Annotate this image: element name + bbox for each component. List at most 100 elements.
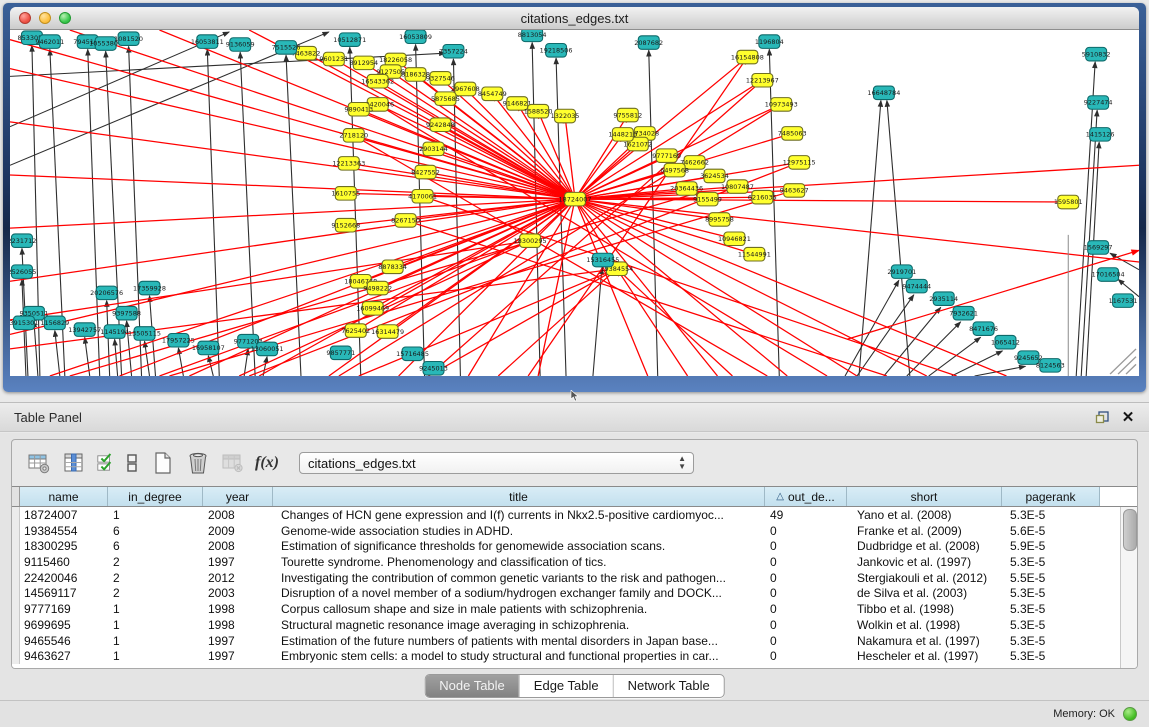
column-header-out_de[interactable]: △out_de... xyxy=(765,487,847,506)
network-node[interactable]: 7515526 xyxy=(272,41,301,55)
network-node[interactable]: 8878334 xyxy=(378,260,407,274)
network-node[interactable]: 8995758 xyxy=(705,213,734,227)
network-node[interactable]: 1595801 xyxy=(1054,195,1083,209)
vertical-scrollbar[interactable] xyxy=(1120,507,1137,668)
network-node[interactable]: 9155499 xyxy=(693,192,722,206)
network-node[interactable]: 12213363 xyxy=(332,157,365,171)
network-node[interactable]: 1569297 xyxy=(1084,241,1113,255)
network-node[interactable]: 3915301 xyxy=(10,316,38,330)
network-node[interactable]: 8912954 xyxy=(349,56,378,70)
network-node[interactable]: 16958107 xyxy=(192,341,225,355)
network-node[interactable]: 5910832 xyxy=(1082,47,1111,61)
column-header-year[interactable]: year xyxy=(203,487,273,506)
network-node[interactable]: 2526055 xyxy=(10,265,36,279)
network-node[interactable]: 9245013 xyxy=(419,362,448,376)
network-node[interactable]: 2718120 xyxy=(339,129,368,143)
network-node[interactable]: 5875685 xyxy=(431,92,460,106)
table-row[interactable]: 977716911998Corpus callosum shape and si… xyxy=(12,601,1120,617)
network-node[interactable]: 16053809 xyxy=(399,30,432,44)
network-node[interactable]: 9601231 xyxy=(319,52,348,66)
network-node[interactable]: 17957225 xyxy=(162,333,195,347)
network-node[interactable]: 8471676 xyxy=(969,322,998,336)
network-node[interactable]: 2935114 xyxy=(929,292,958,306)
table-row[interactable]: 946554611997Estimation of the future num… xyxy=(12,633,1120,649)
network-node[interactable]: 1415126 xyxy=(1086,128,1115,142)
network-node[interactable]: 9890413 xyxy=(344,102,373,116)
network-node[interactable]: 9242848 xyxy=(426,118,455,132)
network-node[interactable]: 16154808 xyxy=(731,50,764,64)
table-row[interactable]: 1830029562008Estimation of significance … xyxy=(12,538,1120,554)
network-node[interactable]: 8267150 xyxy=(391,214,420,228)
network-node[interactable]: 9397588 xyxy=(112,306,141,320)
table-settings-icon[interactable] xyxy=(26,450,52,476)
table-row[interactable]: 1872400712008Changes of HCN gene express… xyxy=(12,507,1120,523)
network-node[interactable]: 12213967 xyxy=(746,73,779,87)
network-node[interactable]: 1322035 xyxy=(551,109,580,123)
table-row[interactable]: 2242004622012Investigating the contribut… xyxy=(12,570,1120,586)
network-node[interactable]: 9474444 xyxy=(902,279,931,293)
network-node[interactable]: 9152668 xyxy=(331,218,360,232)
column-settings-icon[interactable] xyxy=(61,450,87,476)
network-node[interactable]: 1065412 xyxy=(991,335,1020,349)
table-row[interactable]: 946362711997Embryonic stem cells: a mode… xyxy=(12,648,1120,664)
network-node[interactable]: 16648784 xyxy=(867,86,900,100)
network-node[interactable]: 6497568 xyxy=(660,163,689,177)
float-panel-icon[interactable] xyxy=(1089,406,1115,428)
close-panel-icon[interactable]: ✕ xyxy=(1115,406,1141,428)
network-node[interactable]: 8124563 xyxy=(1036,359,1065,373)
tab-network-table[interactable]: Network Table xyxy=(613,675,724,697)
network-node[interactable]: 9857771 xyxy=(326,346,355,360)
network-node[interactable]: 1610755 xyxy=(331,187,360,201)
network-node[interactable]: 9327546 xyxy=(426,72,455,86)
table-selector-dropdown[interactable]: citations_edges.txt ▲▼ xyxy=(299,452,694,474)
network-node[interactable]: 9227474 xyxy=(1084,96,1113,110)
network-node[interactable]: 13505115 xyxy=(128,327,161,341)
network-node[interactable]: 11544991 xyxy=(738,247,771,261)
zoom-button[interactable] xyxy=(59,12,71,24)
network-node[interactable]: 1156829 xyxy=(40,316,69,330)
network-node[interactable]: 2919701 xyxy=(887,265,916,279)
network-node[interactable]: 6216035 xyxy=(748,190,777,204)
network-node[interactable]: 10512871 xyxy=(333,33,366,47)
table-row[interactable]: 969969511998Structural magnetic resonanc… xyxy=(12,617,1120,633)
column-header-name[interactable]: name xyxy=(20,487,108,506)
network-node[interactable]: 1081520 xyxy=(114,32,143,46)
network-node[interactable]: 3624534 xyxy=(700,169,729,183)
network-node[interactable]: 8427552 xyxy=(411,165,440,179)
function-builder-icon[interactable]: f(x) xyxy=(255,454,279,472)
network-node[interactable]: 8813054 xyxy=(518,30,547,42)
column-header-in_degree[interactable]: in_degree xyxy=(108,487,203,506)
tab-edge-table[interactable]: Edge Table xyxy=(519,675,613,697)
delete-table-icon[interactable] xyxy=(185,450,211,476)
scrollbar-thumb[interactable] xyxy=(1123,509,1137,551)
network-node[interactable]: 1167531 xyxy=(1109,294,1138,308)
network-node[interactable]: 9136059 xyxy=(226,38,255,52)
network-node[interactable]: 10946821 xyxy=(718,232,751,246)
import-table-icon[interactable] xyxy=(220,450,246,476)
memory-status-icon[interactable] xyxy=(1123,707,1137,721)
network-node[interactable]: 1588520 xyxy=(524,104,553,118)
network-node[interactable]: 7625402 xyxy=(341,324,370,338)
network-canvas[interactable]: 7463822960123189129541822605891275051654… xyxy=(10,30,1139,376)
table-row[interactable]: 1456911722003Disruption of a novel membe… xyxy=(12,585,1120,601)
network-node[interactable]: 7357224 xyxy=(439,44,468,58)
column-header-short[interactable]: short xyxy=(847,487,1002,506)
network-node[interactable]: 4170061 xyxy=(408,189,437,203)
network-node[interactable]: 1196804 xyxy=(755,35,784,49)
network-node[interactable]: 7485063 xyxy=(778,127,807,141)
network-node[interactable]: 1448213 xyxy=(608,128,637,142)
tab-node-table[interactable]: Node Table xyxy=(425,675,519,697)
network-window-titlebar[interactable]: citations_edges.txt xyxy=(10,7,1139,30)
select-rows-icon[interactable] xyxy=(96,450,114,476)
network-node[interactable]: 2903144 xyxy=(419,142,448,156)
network-node[interactable]: 9463627 xyxy=(780,184,809,198)
network-node[interactable]: 2087682 xyxy=(634,36,663,50)
network-node[interactable]: 9755812 xyxy=(613,108,642,122)
network-node[interactable]: 8454749 xyxy=(478,87,507,101)
network-node[interactable]: 2231712 xyxy=(10,234,36,248)
split-panel-icon[interactable] xyxy=(123,450,141,476)
column-header-pagerank[interactable]: pagerank xyxy=(1002,487,1100,506)
network-node[interactable]: 1145194 xyxy=(100,325,129,339)
table-row[interactable]: 1938455462009Genome-wide association stu… xyxy=(12,523,1120,539)
network-node[interactable]: 9777169 xyxy=(652,149,681,163)
